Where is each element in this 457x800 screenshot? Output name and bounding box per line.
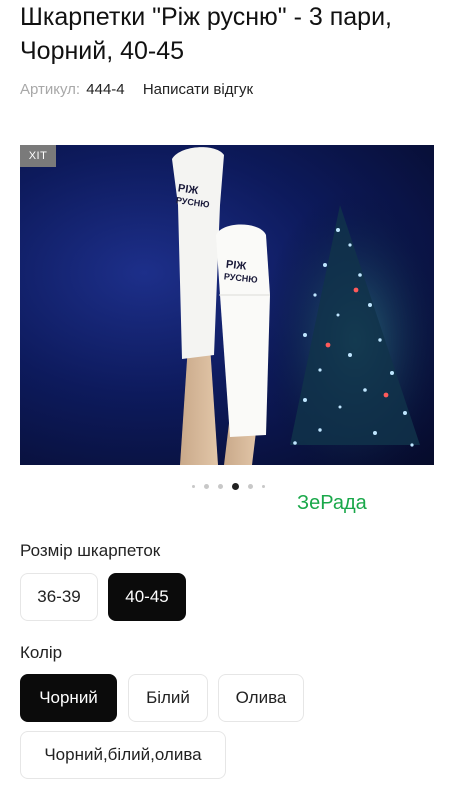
- color-option-white[interactable]: Білий: [128, 674, 208, 722]
- product-title: Шкарпетки "Ріж русню" - 3 пари, Чорний, …: [20, 3, 392, 65]
- size-option-40-45[interactable]: 40-45: [108, 573, 186, 621]
- product-photo-illustration: РІЖ РУСНЮ РІЖ РУСНЮ: [172, 147, 434, 465]
- gallery-dot[interactable]: [248, 483, 253, 489]
- color-option-black[interactable]: Чорний: [20, 674, 117, 722]
- size-option-36-39[interactable]: 36-39: [20, 573, 98, 621]
- sku-value: 444-4: [86, 81, 125, 98]
- color-option-olive[interactable]: Олива: [218, 674, 304, 722]
- watermark-text: ЗеРада: [297, 492, 367, 514]
- sock-print-top-2: РІЖ: [225, 259, 247, 273]
- write-review-link[interactable]: Написати відгук: [143, 81, 253, 98]
- gallery-dot[interactable]: [204, 483, 209, 489]
- gallery-dot[interactable]: [192, 484, 195, 488]
- gallery-pagination: [192, 481, 265, 491]
- hit-badge: ХІТ: [20, 145, 56, 167]
- gallery-dot[interactable]: [218, 483, 223, 489]
- sku-label: Артикул:: [20, 81, 81, 98]
- color-option-mixed[interactable]: Чорний,білий,олива: [20, 731, 226, 779]
- gallery-dot-active[interactable]: [232, 482, 239, 490]
- product-meta: Артикул: 444-4 Написати відгук: [20, 80, 253, 100]
- gallery-dot[interactable]: [262, 484, 265, 488]
- size-section-label: Розмір шкарпеток: [20, 541, 161, 560]
- color-section-label: Колір: [20, 643, 63, 662]
- product-image[interactable]: РІЖ РУСНЮ РІЖ РУСНЮ: [20, 145, 434, 465]
